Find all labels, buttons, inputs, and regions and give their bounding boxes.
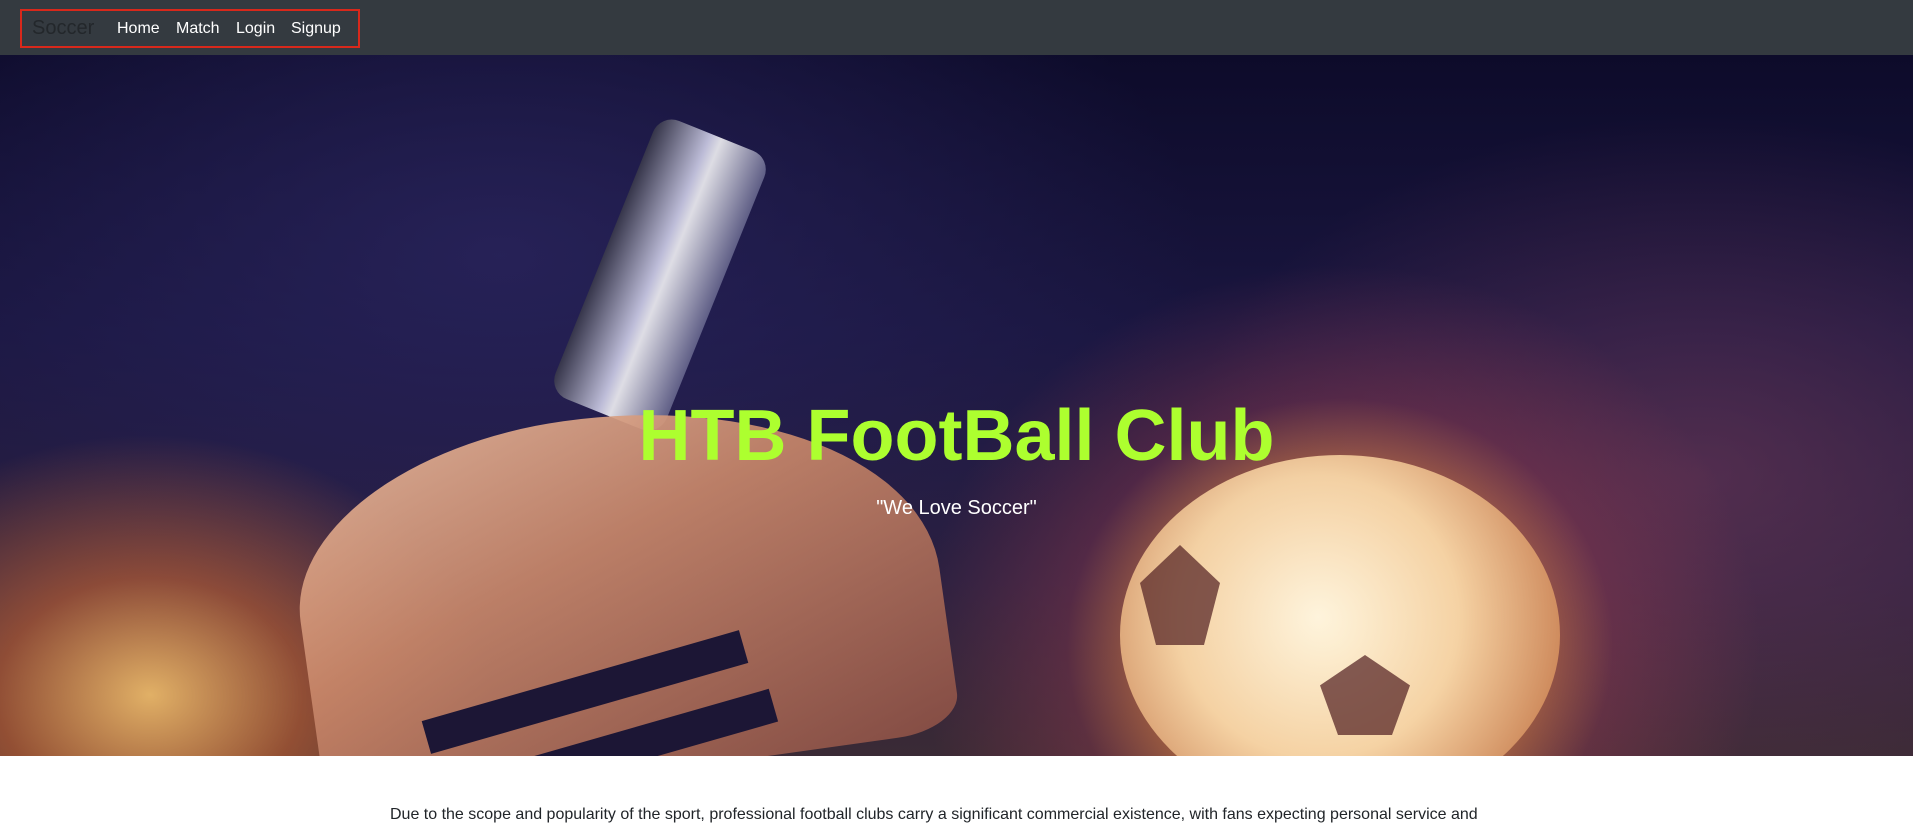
nav-link-login[interactable]: Login: [236, 20, 275, 38]
nav-highlight-box: Soccer Home Match Login Signup: [20, 9, 360, 48]
nav-link-match[interactable]: Match: [176, 20, 220, 38]
brand-logo-text[interactable]: Soccer: [32, 17, 94, 40]
hero-title: HTB FootBall Club: [638, 396, 1275, 476]
intro-paragraph: Due to the scope and popularity of the s…: [390, 806, 1478, 823]
hero-subtitle: "We Love Soccer": [876, 497, 1037, 519]
hero-banner: HTB FootBall Club "We Love Soccer": [0, 55, 1913, 756]
boot-stud-image: [548, 113, 772, 437]
nav-link-signup[interactable]: Signup: [291, 20, 341, 38]
top-navbar: Soccer Home Match Login Signup: [0, 0, 1913, 55]
nav-link-home[interactable]: Home: [117, 20, 160, 38]
